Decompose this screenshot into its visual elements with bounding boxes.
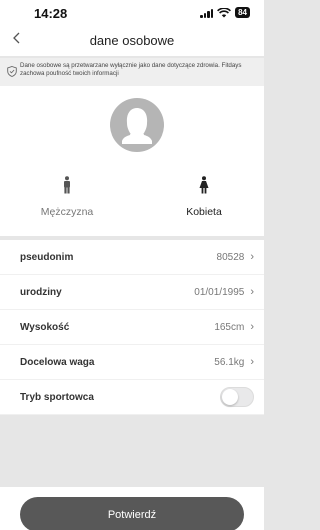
toggle-knob xyxy=(222,389,238,405)
field-row-target-weight[interactable]: Docelowa waga 56.1kg › xyxy=(0,345,264,380)
nav-bar: dane osobowe xyxy=(0,26,264,56)
field-row-nickname[interactable]: pseudonim 80528 › xyxy=(0,240,264,275)
gender-option-female[interactable]: Kobieta xyxy=(159,176,249,220)
field-row-athlete-mode: Tryb sportowca xyxy=(0,380,264,415)
field-value: 56.1kg xyxy=(214,356,245,368)
gender-label-female: Kobieta xyxy=(186,206,222,218)
person-silhouette-icon xyxy=(122,108,152,144)
field-label: Wysokość xyxy=(20,321,70,333)
field-label: pseudonim xyxy=(20,251,74,263)
battery-icon: 84 xyxy=(235,7,250,18)
field-row-height[interactable]: Wysokość 165cm › xyxy=(0,310,264,345)
status-time: 14:28 xyxy=(34,6,68,21)
field-row-birthday[interactable]: urodziny 01/01/1995 › xyxy=(0,275,264,310)
avatar[interactable] xyxy=(110,98,164,152)
field-value: 80528 xyxy=(216,251,245,263)
profile-card: Mężczyzna Kobieta xyxy=(0,86,264,236)
gender-option-male[interactable]: Mężczyzna xyxy=(22,176,112,220)
privacy-notice-text: Dane osobowe są przetwarzane wyłącznie j… xyxy=(20,62,242,77)
field-value: 01/01/1995 xyxy=(194,286,245,298)
field-value: 165cm xyxy=(214,321,245,333)
female-figure-icon xyxy=(199,176,209,194)
chevron-right-icon: › xyxy=(250,321,254,333)
wifi-icon xyxy=(217,7,232,17)
shield-check-icon xyxy=(7,66,17,77)
status-icons: 84 xyxy=(200,7,250,18)
signal-icon xyxy=(200,8,214,18)
profile-fields-list: pseudonim 80528 › urodziny 01/01/1995 › … xyxy=(0,240,264,415)
gender-label-male: Mężczyzna xyxy=(40,206,94,218)
field-label: Docelowa waga xyxy=(20,356,95,368)
chevron-right-icon: › xyxy=(250,356,254,368)
chevron-right-icon: › xyxy=(250,251,254,263)
status-bar: 14:28 84 xyxy=(0,0,264,26)
privacy-notice: Dane osobowe są przetwarzane wyłącznie j… xyxy=(0,58,264,86)
field-label: urodziny xyxy=(20,286,62,298)
field-label: Tryb sportowca xyxy=(20,391,94,403)
page-title: dane osobowe xyxy=(89,33,175,48)
chevron-right-icon: › xyxy=(250,286,254,298)
athlete-mode-toggle[interactable] xyxy=(220,387,254,407)
male-figure-icon xyxy=(64,176,70,194)
confirm-button[interactable]: Potwierdź xyxy=(20,497,244,530)
